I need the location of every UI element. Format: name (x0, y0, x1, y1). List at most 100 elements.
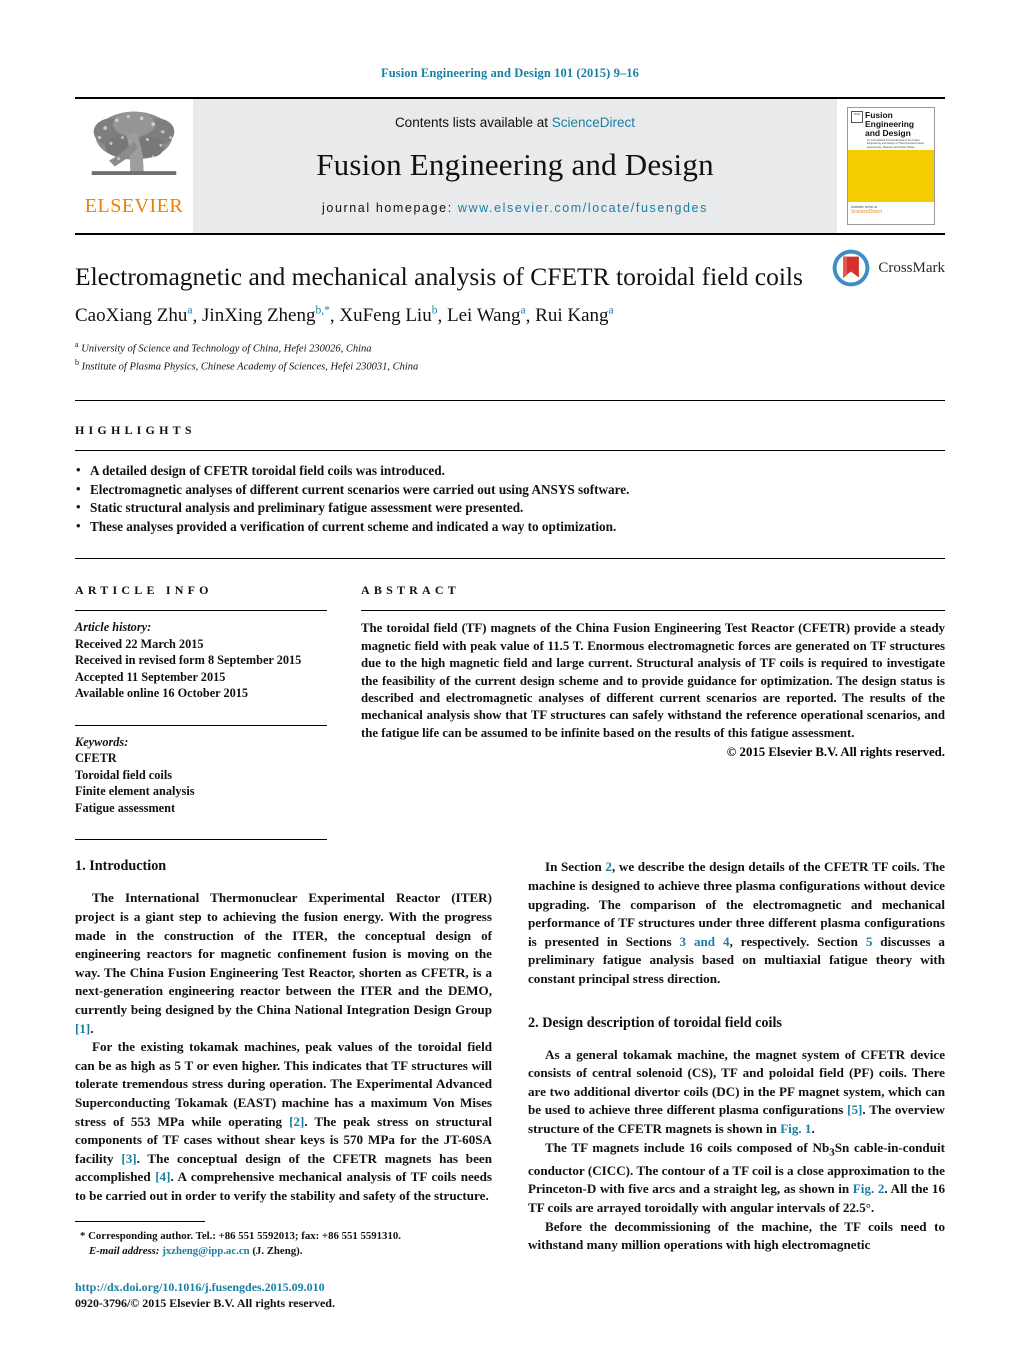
citation-link[interactable]: [4] (155, 1169, 170, 1184)
journal-homepage-line: journal homepage: www.elsevier.com/locat… (322, 201, 708, 215)
citation-link[interactable]: [5] (847, 1102, 862, 1117)
author-separator: , (192, 305, 203, 327)
affiliation-mark: b (75, 358, 79, 368)
divider-article-info-bottom (75, 839, 327, 841)
contents-prefix: Contents lists available at (394, 115, 552, 130)
cover-image: ISSN Fusion Engineering and Design An Inte… (847, 107, 935, 225)
author-affil-mark: b,* (315, 305, 330, 318)
paragraph: The International Thermonuclear Experime… (75, 889, 492, 1038)
list-item: Electromagnetic analyses of different cu… (75, 480, 945, 500)
paragraph: The TF magnets include 16 coils composed… (528, 1139, 945, 1218)
doi-link[interactable]: http://dx.doi.org/10.1016/j.fusengdes.20… (75, 1279, 575, 1295)
paragraph-text: . (811, 1120, 815, 1136)
affiliation-list: a University of Science and Technology o… (75, 338, 945, 374)
keyword-item: Toroidal field coils (75, 767, 173, 782)
author-separator: , (329, 305, 340, 327)
cover-subtitle: An International Journal devoted to the … (867, 139, 925, 149)
cover-title-line1: Fusion Engineering (865, 110, 915, 129)
abstract-text: The toroidal field (TF) magnets of the C… (361, 621, 945, 740)
list-item: A detailed design of CFETR toroidal fiel… (75, 461, 945, 481)
author-item: XuFeng Liub (339, 305, 437, 326)
paragraph-text: . (90, 1020, 94, 1036)
affiliation-text: University of Science and Technology of … (81, 343, 372, 355)
author-separator: , (525, 305, 536, 327)
author-name: CaoXiang Zhu (75, 305, 188, 327)
crossmark-label: CrossMark (878, 259, 945, 276)
cover-footer: Available online at ScienceDirect (848, 202, 934, 224)
affiliation-item: b Institute of Plasma Physics, Chinese A… (75, 356, 945, 374)
issn-copyright: 0920-3796/© 2015 Elsevier B.V. All right… (75, 1296, 335, 1310)
footnote-divider (75, 1221, 205, 1222)
author-name: JinXing Zheng (202, 305, 316, 327)
journal-cover-thumbnail: ISSN Fusion Engineering and Design An Inte… (837, 99, 945, 233)
article-history-label: Article history: (75, 620, 152, 635)
abstract-copyright: © 2015 Elsevier B.V. All rights reserved… (726, 745, 945, 760)
list-item: These analyses provided a verification o… (75, 517, 945, 537)
cover-badge-icon: ISSN (851, 111, 863, 123)
email-link[interactable]: jxzheng@ipp.ac.cn (162, 1245, 249, 1257)
email-label: E-mail address: (89, 1245, 160, 1257)
journal-title: Fusion Engineering and Design (316, 147, 714, 182)
sciencedirect-link[interactable]: ScienceDirect (552, 115, 635, 130)
author-name: Rui Kang (535, 305, 609, 327)
title-block: Electromagnetic and mechanical analysis … (75, 235, 945, 374)
footnote-marker: * (80, 1230, 86, 1242)
history-item: Received in revised form 8 September 201… (75, 653, 302, 668)
paragraph: As a general tokamak machine, the magnet… (528, 1046, 945, 1139)
history-item: Accepted 11 September 2015 (75, 669, 226, 684)
citation-link[interactable]: [3] (121, 1151, 136, 1166)
body-column-right: In Section 2, we describe the design det… (528, 858, 945, 1254)
elsevier-wordmark: ELSEVIER (84, 195, 184, 217)
keyword-item: CFETR (75, 751, 117, 766)
highlights-heading: HIGHLIGHTS (75, 423, 196, 438)
author-list: CaoXiang Zhua, JinXing Zhengb,*, XuFeng … (75, 305, 945, 327)
crossmark-badge[interactable]: CrossMark (830, 247, 945, 289)
cover-title: Fusion Engineering and Design (865, 111, 927, 138)
affiliation-item: a University of Science and Technology o… (75, 338, 945, 356)
affiliation-text: Institute of Plasma Physics, Chinese Aca… (81, 361, 419, 373)
section-link[interactable]: 3 and 4 (680, 934, 730, 949)
paragraph: For the existing tokamak machines, peak … (75, 1038, 492, 1205)
author-item: Rui Kanga (535, 305, 613, 326)
email-suffix: (J. Zheng). (252, 1245, 303, 1257)
history-item: Received 22 March 2015 (75, 636, 204, 651)
body-column-left: 1. Introduction The International Thermo… (75, 858, 492, 1254)
running-head: Fusion Engineering and Design 101 (2015)… (380, 66, 639, 80)
cover-color-block (848, 150, 934, 202)
figure-link[interactable]: Fig. 1 (780, 1121, 811, 1136)
author-item: CaoXiang Zhua (75, 305, 193, 326)
cover-top: ISSN Fusion Engineering and Design An Inte… (848, 108, 934, 150)
citation-link[interactable]: [1] (75, 1021, 90, 1036)
highlights-list: A detailed design of CFETR toroidal fiel… (75, 451, 945, 536)
article-info-column: ARTICLE INFO Article history: Received 2… (75, 569, 327, 841)
author-item: JinXing Zhengb,* (202, 305, 330, 326)
paragraph: In Section 2, we describe the design det… (528, 858, 945, 988)
author-name: XuFeng Liu (339, 305, 432, 327)
elsevier-logo: ELSEVIER (75, 99, 193, 233)
crossmark-icon (832, 249, 870, 287)
keywords-label: Keywords: (75, 734, 129, 749)
contents-available-line: Contents lists available at ScienceDirec… (395, 115, 635, 130)
paragraph-text: The International Thermonuclear Experime… (75, 890, 492, 1017)
paragraph-text: , respectively. Section (729, 933, 866, 949)
corresponding-author-text: Corresponding author. Tel.: +86 551 5592… (88, 1230, 401, 1242)
paragraph-text: In Section (545, 859, 606, 875)
homepage-url-link[interactable]: www.elsevier.com/locate/fusengdes (458, 201, 708, 215)
figure-link[interactable]: Fig. 2 (853, 1181, 885, 1196)
keyword-item: Finite element analysis (75, 784, 195, 799)
corresponding-author-note: * Corresponding author. Tel.: +86 551 55… (75, 1229, 509, 1244)
abstract-column: ABSTRACT The toroidal field (TF) magnets… (361, 569, 945, 840)
paragraph-text: The TF magnets include 16 coils composed… (545, 1139, 830, 1155)
citation-link[interactable]: [2] (289, 1114, 304, 1129)
author-name: Lei Wang (446, 305, 521, 327)
page-title: Electromagnetic and mechanical analysis … (75, 262, 803, 291)
page-footer: http://dx.doi.org/10.1016/j.fusengdes.20… (75, 1279, 575, 1311)
masthead-center: Contents lists available at ScienceDirec… (193, 99, 837, 233)
section-heading-introduction: 1. Introduction (75, 858, 167, 875)
list-item: Static structural analysis and prelimina… (75, 498, 945, 518)
affiliation-mark: a (75, 340, 79, 350)
section-heading-design: 2. Design description of toroidal field … (528, 1014, 782, 1031)
keywords-block: Keywords: CFETR Toroidal field coils Fin… (75, 726, 327, 817)
author-item: Lei Wanga (447, 305, 526, 326)
body-columns: 1. Introduction The International Thermo… (75, 858, 945, 1254)
